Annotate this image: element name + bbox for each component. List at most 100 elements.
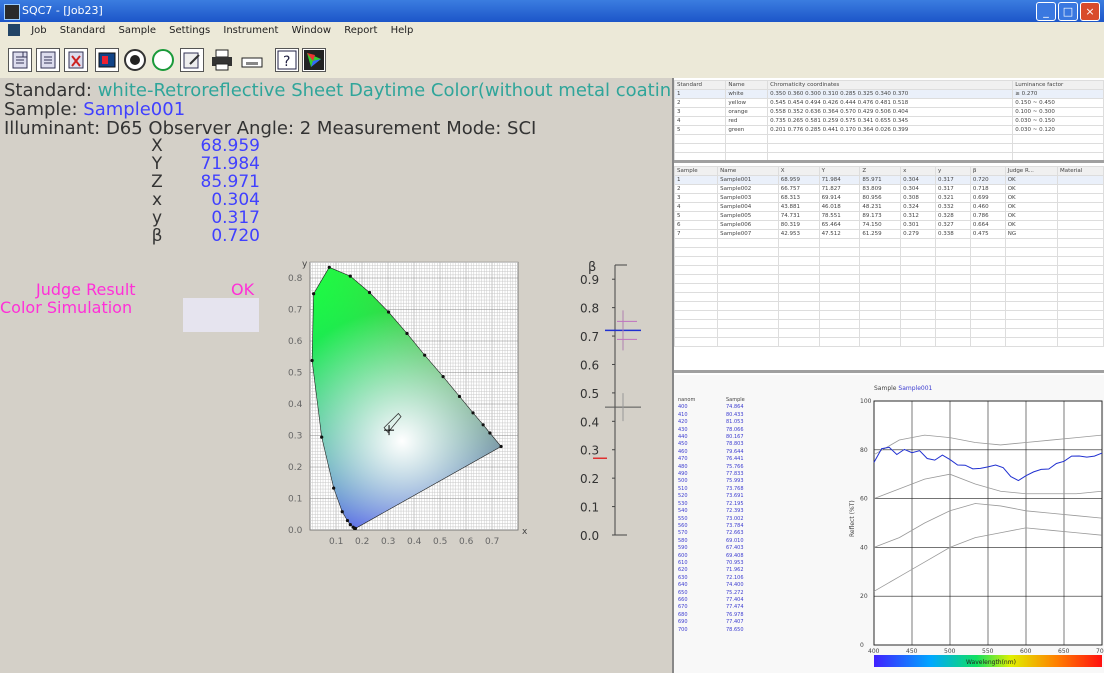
table-row[interactable]: 2 Sample002 66.757 71.827 83.809 0.304 0.317 0.… <box>673 184 1104 194</box>
sample-header-0[interactable]: Sample <box>673 166 719 176</box>
table-cell: 80.319 <box>777 220 820 230</box>
table-row[interactable]: 1 white 0.350 0.360 0.300 0.310 0.285 0.32… <box>673 89 1104 99</box>
table-cell: 0.308 <box>900 193 936 203</box>
chromaticity-diagram: 0.1 0.2 0.3 0.4 0.5 0.6 0.7 0.0 0.1 0.2 0.3 0.4 0.5 0… <box>288 260 528 547</box>
std-header-3[interactable]: Luminance factor <box>1012 80 1104 90</box>
sample-header-2[interactable]: X <box>777 166 820 176</box>
value-cell: 80.433 <box>726 411 744 418</box>
sample-table[interactable]: Sample Name X Y Zx y β Judge R... Material 1 Samp… <box>673 166 1104 347</box>
table-cell: Sample006 <box>717 220 779 230</box>
empty-cell <box>969 301 1006 311</box>
table-row[interactable]: 4 red 0.735 0.265 0.581 0.259 0.575 0.341 … <box>673 116 1104 126</box>
radio-filled-icon[interactable] <box>123 48 147 72</box>
beta-tick-label: 0.2 <box>580 472 599 486</box>
table-cell: 74.731 <box>777 211 820 221</box>
cie-locus-marker <box>348 274 352 278</box>
close-button[interactable]: × <box>1080 2 1100 21</box>
table-cell: 5 <box>673 211 719 221</box>
wavelength-cell: 610 <box>678 559 688 566</box>
table-row[interactable]: 3 Sample003 68.313 69.914 80.956 0.308 0.321 0.… <box>673 193 1104 203</box>
std-header-1[interactable]: Name <box>725 80 769 90</box>
empty-cell <box>818 283 861 293</box>
menu-instrument[interactable]: Instrument <box>218 22 283 39</box>
empty-cell <box>969 238 1006 248</box>
table-cell: 0.786 <box>969 211 1006 221</box>
new-job-icon[interactable] <box>8 48 32 72</box>
table-cell: 68.313 <box>777 193 820 203</box>
open-job-icon[interactable] <box>36 48 60 72</box>
menu-window[interactable]: Window <box>287 22 336 39</box>
delete-icon[interactable] <box>64 48 88 72</box>
empty-cell <box>717 301 779 311</box>
std-header-0[interactable]: Standard <box>673 80 727 90</box>
table-row[interactable]: 5 green 0.201 0.776 0.285 0.441 0.170 0.36… <box>673 125 1104 135</box>
table-cell: 66.757 <box>777 184 820 194</box>
table-cell: OK <box>1004 175 1058 185</box>
x-value: 0.304 <box>211 190 260 210</box>
table-cell: 69.914 <box>818 193 861 203</box>
sample-header-5[interactable]: x <box>900 166 936 176</box>
cie-locus-marker <box>488 431 492 435</box>
table-row[interactable]: 3 orange 0.558 0.352 0.636 0.364 0.570 0.4… <box>673 107 1104 117</box>
table-cell: OK <box>1004 193 1058 203</box>
empty-cell <box>900 238 936 248</box>
empty-cell <box>818 274 861 284</box>
spectral-y-tick-label: 0 <box>860 642 864 649</box>
table-row[interactable]: 1 Sample001 68.959 71.984 85.971 0.304 0.317 0.… <box>673 175 1104 185</box>
empty-cell <box>1056 283 1104 293</box>
cie-y-tick-label: 0.1 <box>288 495 302 505</box>
table-row[interactable]: 6 Sample006 80.319 65.464 74.150 0.301 0.327 0.… <box>673 220 1104 230</box>
value-cell: 74.864 <box>726 404 744 411</box>
print-icon[interactable] <box>210 48 234 72</box>
y-value: 0.317 <box>211 208 260 228</box>
sample-header-1[interactable]: Name <box>717 166 779 176</box>
spectral-x-tick-label: 550 <box>982 648 994 655</box>
menu-job[interactable]: Job <box>26 22 51 39</box>
value-column: Sample 74.864 80.433 81.053 78.066 80.167 78.… <box>726 397 745 634</box>
empty-cell <box>673 292 719 302</box>
sample-header-3[interactable]: Y <box>818 166 861 176</box>
table-row[interactable]: 4 Sample004 43.881 46.018 48.231 0.324 0.332 0.… <box>673 202 1104 212</box>
empty-cell <box>717 310 779 320</box>
sample-header-9[interactable]: Material <box>1056 166 1104 176</box>
wavelength-cell: 510 <box>678 485 688 492</box>
menu-report[interactable]: Report <box>339 22 382 39</box>
menu-sample[interactable]: Sample <box>113 22 161 39</box>
empty-cell <box>818 319 861 329</box>
sample-header-6[interactable]: y <box>934 166 971 176</box>
standard-line: Standard: white-Retroreflective Sheet Da… <box>4 80 690 101</box>
menu-settings[interactable]: Settings <box>164 22 215 39</box>
sample-header-4[interactable]: Z <box>859 166 902 176</box>
edit-icon[interactable] <box>180 48 204 72</box>
table-row[interactable]: 5 Sample005 74.731 78.551 89.173 0.312 0.328 0.… <box>673 211 1104 221</box>
table-cell: 80.956 <box>859 193 902 203</box>
menu-help[interactable]: Help <box>386 22 419 39</box>
std-header-2[interactable]: Chromaticity coordinates <box>767 80 1014 90</box>
empty-cell <box>767 134 1014 144</box>
radio-empty-icon[interactable] <box>151 48 175 72</box>
value-cell: 77.474 <box>726 604 744 611</box>
cie-y-axis-label: y <box>302 260 308 269</box>
minimize-button[interactable]: _ <box>1036 2 1056 21</box>
sample-header-8[interactable]: Judge R... <box>1004 166 1058 176</box>
print-preview-icon[interactable] <box>240 48 264 72</box>
cie-y-tick-label: 0.3 <box>288 432 302 442</box>
table-cell: ≥ 0.270 <box>1012 89 1104 99</box>
splitter-bottom[interactable] <box>674 370 1104 373</box>
help-icon[interactable]: ? <box>275 48 299 72</box>
color-palette-icon[interactable] <box>302 48 326 72</box>
Z-label: Z <box>151 172 163 192</box>
standard-table[interactable]: Standard Name Chromaticity coordinates Lumi… <box>673 80 1104 162</box>
menu-standard[interactable]: Standard <box>55 22 111 39</box>
empty-row <box>673 274 1104 284</box>
maximize-button[interactable]: □ <box>1058 2 1078 21</box>
image-icon[interactable] <box>95 48 119 72</box>
sample-header-7[interactable]: β <box>969 166 1006 176</box>
table-cell: orange <box>725 107 769 117</box>
value-cell: 81.053 <box>726 419 744 426</box>
empty-cell <box>777 310 820 320</box>
splitter-top[interactable] <box>674 160 1104 163</box>
table-row[interactable]: 2 yellow 0.545 0.454 0.494 0.426 0.444 0.4… <box>673 98 1104 108</box>
table-row[interactable]: 7 Sample007 42.953 47.512 61.259 0.279 0.338 0.… <box>673 229 1104 239</box>
table-cell: 48.231 <box>859 202 902 212</box>
